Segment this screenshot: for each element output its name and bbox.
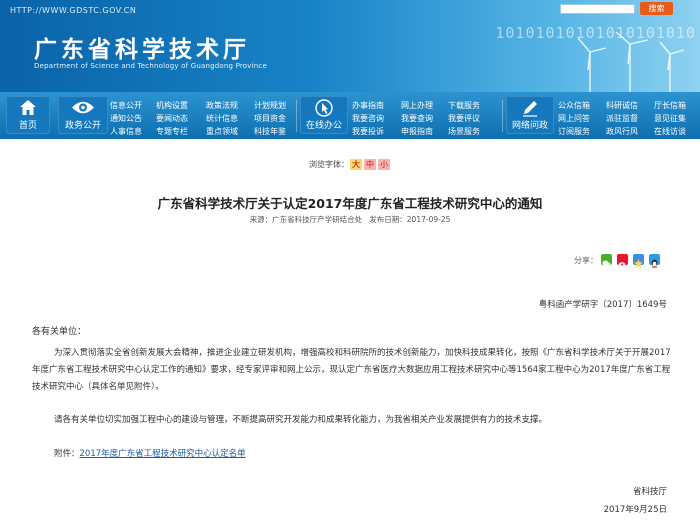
font-size-bar: 浏览字体：大中小 [0, 159, 700, 170]
nav-link[interactable]: 信息公开 [110, 100, 142, 111]
nav-link[interactable]: 人事信息 [110, 126, 142, 137]
main-nav: 首页 政务公开 信息公开 机构设置 政策法规 计划规划 通知公告 要闻动态 统计… [0, 92, 700, 139]
search-input[interactable] [560, 4, 635, 14]
site-url: HTTP://WWW.GDSTC.GOV.CN [10, 6, 137, 15]
font-size-large-button[interactable]: 大 [350, 159, 362, 170]
pointer-icon [300, 99, 348, 117]
nav-link[interactable]: 意见征集 [654, 113, 686, 124]
nav-link[interactable]: 网上问答 [558, 113, 590, 124]
nav-link[interactable]: 公众信箱 [558, 100, 590, 111]
nav-link[interactable]: 科研诚信 [606, 100, 638, 111]
nav-divider [502, 100, 503, 132]
nav-online-politics[interactable]: 网络问政 [506, 96, 554, 134]
nav-link[interactable]: 重点领域 [206, 126, 238, 137]
date-value: 2017-09-25 [406, 215, 451, 224]
online-politics-links: 公众信箱 科研诚信 厅长信箱 网上问答 派驻监督 意见征集 订阅服务 政风行风 … [558, 96, 698, 136]
nav-online-politics-label: 网络问政 [511, 121, 548, 131]
sign-date: 2017年9月25日 [603, 505, 667, 515]
article-title: 广东省科学技术厅关于认定2017年度广东省工程技术研究中心的通知 [157, 196, 543, 211]
nav-online-office[interactable]: 在线办公 [300, 96, 348, 134]
nav-link[interactable]: 机构设置 [156, 100, 188, 111]
site-title[interactable]: 广东省科学技术厅 [34, 30, 250, 64]
page: HTTP://WWW.GDSTC.GOV.CN 广东省科学技术厅 Departm… [0, 0, 700, 522]
nav-link[interactable]: 厅长信箱 [654, 100, 686, 111]
nav-link[interactable]: 通知公告 [110, 113, 142, 124]
font-size-medium-button[interactable]: 中 [364, 159, 376, 170]
eye-icon [58, 99, 108, 117]
source-value: 广东省科技厅产学研结合处 [272, 215, 363, 224]
pen-icon [506, 99, 554, 117]
nav-link[interactable]: 统计信息 [206, 113, 238, 124]
qzone-share-icon[interactable] [633, 254, 644, 268]
attachment-link[interactable]: 2017年度广东省工程技术研究中心认定名单 [80, 449, 246, 459]
qq-share-icon[interactable] [649, 254, 660, 268]
recipient: 各有关单位： [32, 327, 87, 337]
font-size-small-button[interactable]: 小 [378, 159, 390, 170]
nav-home[interactable]: 首页 [6, 96, 50, 134]
document-number: 粤科函产学研字〔2017〕1649号 [538, 300, 667, 310]
nav-link[interactable]: 场景服务 [448, 126, 480, 137]
nav-link[interactable]: 政风行风 [606, 126, 638, 137]
nav-link[interactable]: 申报指南 [401, 126, 433, 137]
nav-link[interactable]: 派驻监督 [606, 113, 638, 124]
wind-turbine-icon [577, 31, 685, 92]
home-icon [6, 99, 50, 117]
nav-link[interactable]: 订阅服务 [558, 126, 590, 137]
nav-link[interactable]: 要闻动态 [156, 113, 188, 124]
nav-gov-affairs-label: 政务公开 [64, 121, 101, 131]
nav-link[interactable]: 我要咨询 [352, 113, 384, 124]
wechat-share-icon[interactable] [601, 254, 612, 267]
site-subtitle: Department of Science and Technology of … [34, 62, 267, 70]
online-office-links: 办事指南 网上办理 下载服务 我要咨询 我要查询 我要评议 我要投诉 申报指南 … [352, 96, 502, 136]
nav-home-label: 首页 [18, 121, 37, 131]
nav-link[interactable]: 科技年鉴 [254, 126, 286, 137]
date-label: 发布日期： [369, 215, 407, 224]
site-banner: HTTP://WWW.GDSTC.GOV.CN 广东省科学技术厅 Departm… [0, 0, 700, 92]
nav-link[interactable]: 我要投诉 [352, 126, 384, 137]
weibo-share-icon[interactable] [617, 254, 628, 267]
search-button[interactable]: 搜索 [640, 2, 673, 15]
body-paragraph: 请各有关单位切实加强工程中心的建设与管理，不断提高研究开发能力和成果转化能力，为… [54, 415, 548, 425]
nav-link[interactable]: 办事指南 [352, 100, 384, 111]
font-size-label: 浏览字体： [309, 160, 349, 169]
nav-link[interactable]: 项目资金 [254, 113, 286, 124]
body-paragraph: 为深入贯彻落实全省创新发展大会精神，推进企业建立研发机构，增强高校和科研院所的技… [32, 348, 671, 392]
gov-affairs-links: 信息公开 机构设置 政策法规 计划规划 通知公告 要闻动态 统计信息 项目资金 … [110, 96, 295, 136]
nav-link[interactable]: 我要评议 [448, 113, 480, 124]
nav-link[interactable]: 政策法规 [206, 100, 238, 111]
nav-link[interactable]: 专题专栏 [156, 126, 188, 137]
article-meta: 来源：广东省科技厅产学研结合处 发布日期：2017-09-25 [0, 214, 700, 225]
nav-link[interactable]: 下载服务 [448, 100, 480, 111]
nav-link[interactable]: 计划规划 [254, 100, 286, 111]
signer: 省科技厅 [632, 487, 667, 497]
nav-link[interactable]: 网上办理 [401, 100, 433, 111]
nav-online-office-label: 在线办公 [305, 121, 342, 131]
nav-gov-affairs[interactable]: 政务公开 [58, 96, 108, 134]
nav-link[interactable]: 我要查询 [401, 113, 433, 124]
share-label: 分享： [574, 256, 598, 265]
nav-link[interactable]: 在线访谈 [654, 126, 686, 137]
attachment: 附件：2017年度广东省工程技术研究中心认定名单 [54, 447, 246, 459]
source-label: 来源： [249, 215, 273, 224]
attachment-label: 附件： [54, 449, 80, 459]
nav-divider [296, 100, 297, 132]
